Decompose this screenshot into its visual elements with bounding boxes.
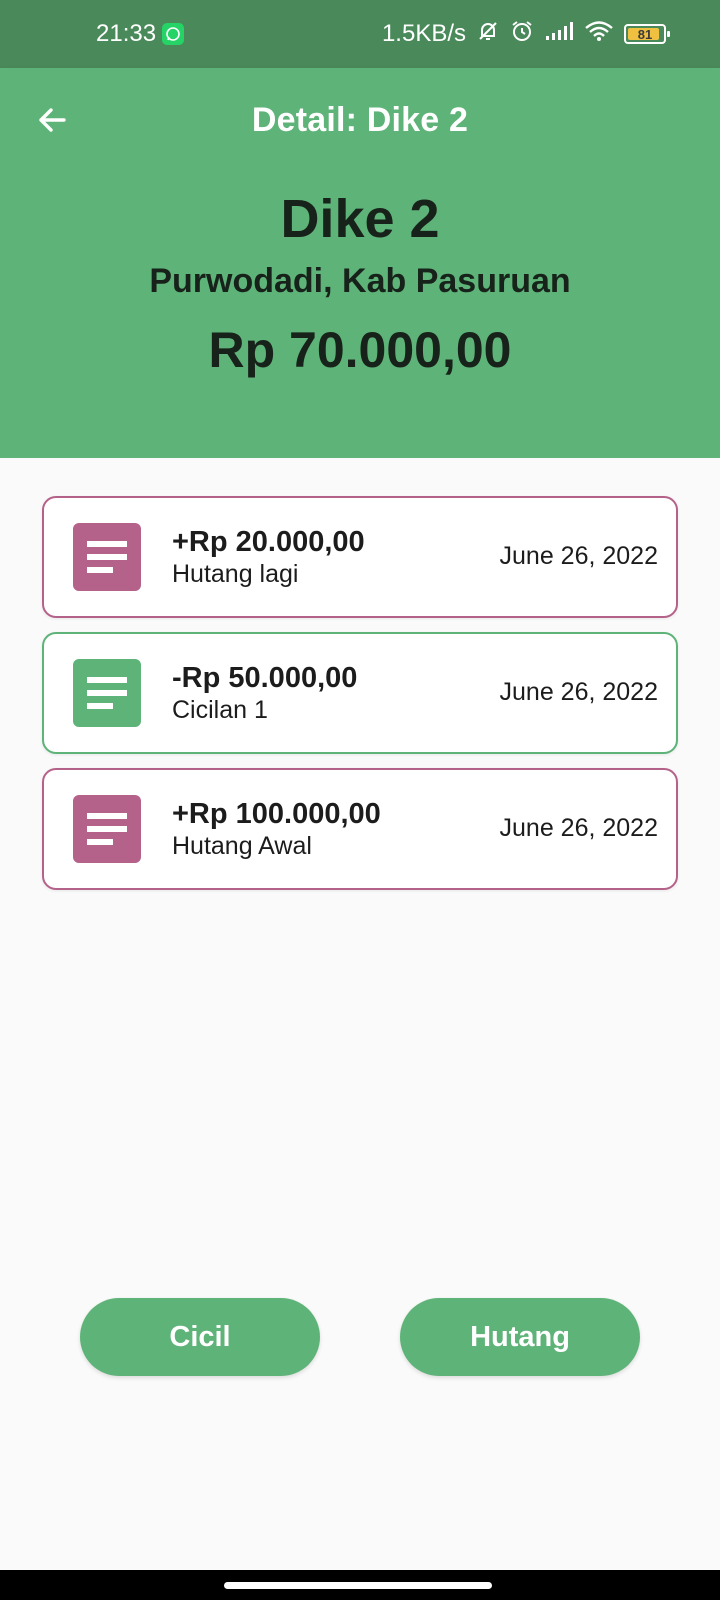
network-speed: 1.5KB/s: [381, 20, 466, 47]
document-icon: [73, 659, 141, 727]
wifi-icon: [584, 20, 614, 49]
customer-balance: Rp 70.000,00: [208, 322, 512, 378]
status-time: 21:33: [96, 20, 157, 47]
app-bar: Detail: Dike 2: [0, 68, 720, 172]
customer-header: Dike 2 Purwodadi, Kab Pasuruan Rp 70.000…: [0, 172, 720, 458]
document-icon: [73, 795, 141, 863]
status-right: 1.5KB/s 81: [381, 19, 670, 50]
cicil-button[interactable]: Cicil: [80, 1298, 320, 1376]
transaction-amount: -Rp 50.000,00: [172, 662, 358, 694]
mute-bell-icon: [476, 19, 500, 50]
transaction-date: June 26, 2022: [499, 542, 658, 570]
status-bar: 21:33 1.5KB/s 81: [0, 0, 720, 68]
transaction-text: +Rp 20.000,00 Hutang lagi: [172, 525, 365, 589]
whatsapp-icon: [162, 23, 185, 45]
back-button[interactable]: [30, 98, 74, 142]
home-gesture-handle[interactable]: [224, 1582, 492, 1589]
transaction-list: +Rp 20.000,00 Hutang lagi June 26, 2022 …: [42, 496, 678, 904]
signal-icon: [544, 20, 574, 48]
action-bar: Cicil Hutang: [0, 1298, 720, 1376]
document-icon: [73, 523, 141, 591]
transaction-card[interactable]: +Rp 20.000,00 Hutang lagi June 26, 2022: [42, 496, 678, 618]
page-title: Detail: Dike 2: [251, 100, 469, 139]
status-left: 21:33: [96, 20, 185, 48]
transaction-note: Hutang Awal: [172, 832, 312, 860]
transaction-amount: +Rp 20.000,00: [172, 526, 365, 558]
transaction-text: +Rp 100.000,00 Hutang Awal: [172, 797, 381, 861]
transaction-card[interactable]: -Rp 50.000,00 Cicilan 1 June 26, 2022: [42, 632, 678, 754]
battery-level: 81: [637, 26, 653, 42]
transaction-note: Cicilan 1: [172, 696, 268, 724]
customer-name: Dike 2: [280, 189, 440, 249]
transaction-date: June 26, 2022: [499, 814, 658, 842]
battery-nub: [667, 31, 670, 37]
hutang-button[interactable]: Hutang: [400, 1298, 640, 1376]
transaction-text: -Rp 50.000,00 Cicilan 1: [172, 661, 357, 725]
alarm-icon: [510, 19, 534, 50]
battery-icon: 81: [624, 24, 670, 44]
transaction-card[interactable]: +Rp 100.000,00 Hutang Awal June 26, 2022: [42, 768, 678, 890]
transaction-date: June 26, 2022: [499, 678, 658, 706]
transaction-amount: +Rp 100.000,00: [172, 798, 381, 830]
transaction-note: Hutang lagi: [172, 560, 299, 588]
customer-address: Purwodadi, Kab Pasuruan: [149, 262, 571, 300]
arrow-left-icon: [39, 108, 66, 132]
system-nav-bar: [0, 1570, 720, 1600]
